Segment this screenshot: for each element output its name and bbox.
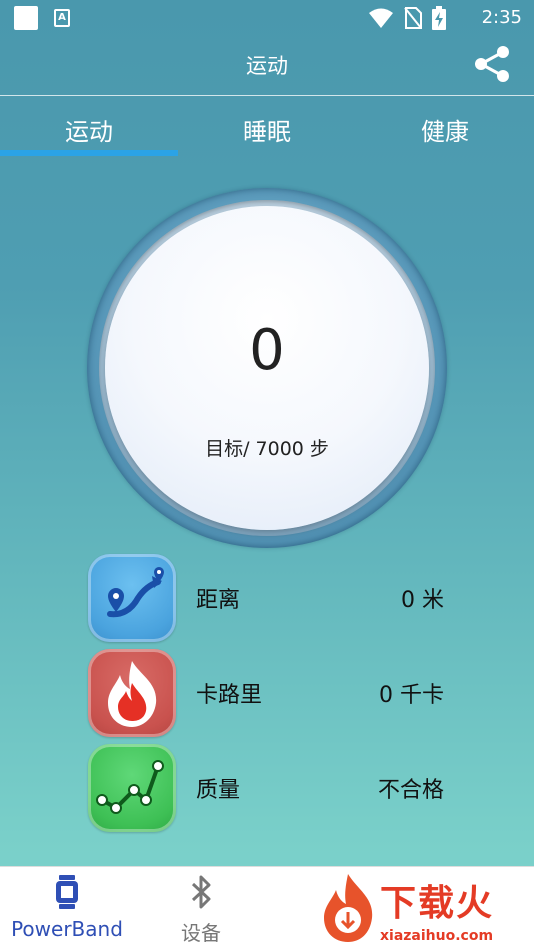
step-counter-bezel: 0 目标/ 7000 步 [99, 200, 435, 536]
watermark-text: 下载火 [380, 883, 495, 924]
distance-label: 距离 [196, 588, 241, 613]
bluetooth-icon [191, 875, 211, 909]
tab-bar: 运动 睡眠 健康 [0, 97, 534, 157]
app-bar: 运动 [0, 36, 534, 96]
stat-row-calories[interactable]: 卡路里 0 千卡 [88, 649, 468, 737]
share-button[interactable] [470, 42, 514, 86]
nav-item-device[interactable]: 设备 [134, 867, 268, 949]
status-icons [368, 6, 446, 30]
trend-line-icon [88, 744, 176, 832]
distance-value: 0 米 [401, 588, 444, 613]
battery-charging-icon [432, 6, 446, 30]
watermark-logo: 下载火 xiazaihuo.com [314, 868, 534, 949]
status-time: 2:35 [481, 7, 522, 28]
watermark-flame-icon [324, 874, 373, 942]
tab-health[interactable]: 健康 [356, 97, 534, 157]
steps-value: 0 [249, 318, 285, 383]
flame-icon [88, 649, 176, 737]
page-title: 运动 [246, 54, 288, 78]
calories-value: 0 千卡 [379, 683, 444, 708]
wifi-icon [369, 8, 393, 28]
tab-sleep[interactable]: 睡眠 [178, 97, 356, 157]
nav-label-device: 设备 [181, 921, 221, 945]
share-icon [475, 46, 509, 82]
band-icon [56, 875, 78, 909]
nav-label-powerband: PowerBand [11, 917, 123, 941]
active-tab-indicator [0, 150, 178, 156]
stat-row-quality[interactable]: 质量 不合格 [88, 744, 468, 832]
steps-goal: 目标/ 7000 步 [205, 438, 329, 460]
status-bar: A 2:35 [0, 0, 534, 36]
quality-value: 不合格 [377, 778, 444, 803]
notification-square-icon [14, 6, 38, 30]
calories-label: 卡路里 [196, 683, 263, 708]
nav-item-powerband[interactable]: PowerBand [0, 867, 134, 949]
step-counter-face[interactable]: 0 目标/ 7000 步 [105, 206, 429, 530]
step-counter-ring: 0 目标/ 7000 步 [87, 188, 447, 548]
quality-label: 质量 [196, 778, 241, 803]
no-sim-icon [404, 7, 422, 29]
a-icon: A [54, 9, 70, 27]
route-icon [88, 554, 176, 642]
watermark-url: xiazaihuo.com [380, 928, 494, 944]
tab-exercise[interactable]: 运动 [0, 97, 178, 157]
stat-row-distance[interactable]: 距离 0 米 [88, 554, 468, 642]
